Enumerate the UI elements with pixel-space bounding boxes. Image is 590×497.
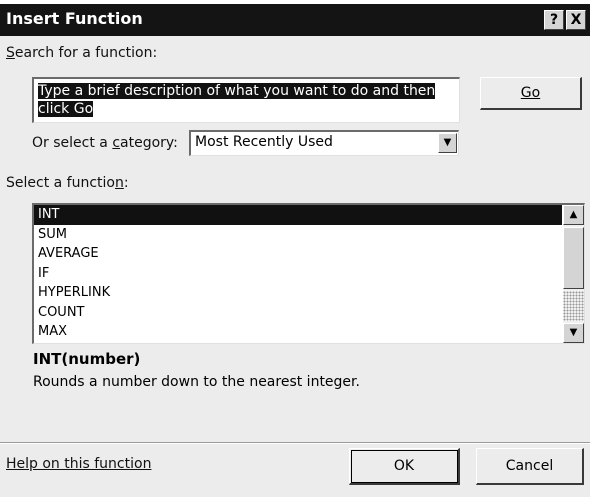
function-list-item[interactable]: SUM [34,225,562,245]
scroll-down-arrow-icon[interactable]: ▼ [563,323,584,343]
category-selected-value: Most Recently Used [195,134,333,150]
chevron-down-icon[interactable]: ▼ [438,133,457,153]
insert-function-dialog: Insert Function ? X Search for a functio… [0,0,590,497]
search-input[interactable]: Type a brief description of what you wan… [32,77,460,123]
scroll-track[interactable] [563,291,584,321]
function-list-items: INT SUM AVERAGE IF HYPERLINK COUNT MAX [34,205,562,342]
function-list-item[interactable]: INT [34,205,562,225]
cancel-button[interactable]: Cancel [476,448,584,485]
scroll-up-arrow-icon[interactable]: ▲ [563,205,584,225]
function-list[interactable]: INT SUM AVERAGE IF HYPERLINK COUNT MAX ▲ ▼ [32,203,585,344]
ok-button[interactable]: OK [349,448,460,485]
go-button[interactable]: Go [480,77,582,110]
help-on-function-link[interactable]: Help on this function [6,456,151,472]
scroll-thumb[interactable] [563,227,584,289]
function-list-item[interactable]: COUNT [34,303,562,323]
function-list-scrollbar[interactable]: ▲ ▼ [563,205,584,343]
function-list-item[interactable]: AVERAGE [34,244,562,264]
category-label: Or select a category: [32,135,178,151]
category-select[interactable]: Most Recently Used ▼ [189,130,459,156]
function-list-item[interactable]: HYPERLINK [34,283,562,303]
function-list-label: Select a function: [6,175,129,191]
function-description: Rounds a number down to the nearest inte… [33,374,360,390]
dialog-title: Insert Function [6,9,143,28]
function-list-item[interactable]: IF [34,264,562,284]
function-list-item[interactable]: MAX [34,322,562,342]
title-bar: Insert Function ? X [0,0,590,36]
close-button[interactable]: X [566,10,586,30]
footer-divider [0,442,590,444]
search-label: Search for a function: [6,45,158,61]
search-input-text: Type a brief description of what you wan… [38,83,436,117]
help-button[interactable]: ? [544,10,564,30]
function-signature: INT(number) [33,350,141,368]
